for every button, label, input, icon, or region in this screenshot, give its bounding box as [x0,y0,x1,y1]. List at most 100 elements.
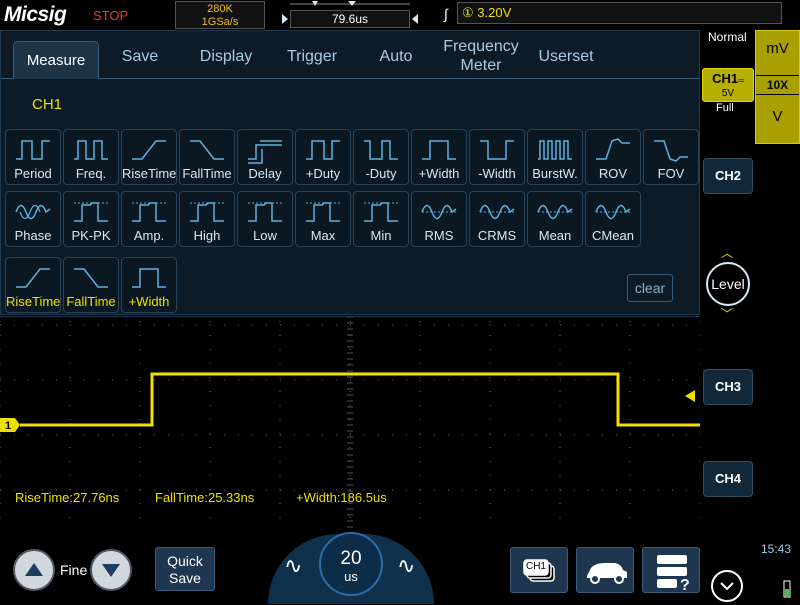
measure-label: FallTime [66,294,116,309]
measure-cmean-button[interactable]: CMean [585,191,641,247]
quick-save-button[interactable]: Quick Save [155,547,215,591]
unit-down-button[interactable]: V [756,108,799,125]
selected-measure-posneg-width-button[interactable]: +Width [121,257,177,313]
measure-high-button[interactable]: High [179,191,235,247]
measure-label: Phase [14,228,52,243]
measure-freq-button[interactable]: Freq. [63,129,119,185]
amp-icon [132,202,166,222]
measure-mean-button[interactable]: Mean [527,191,583,247]
tab-save[interactable]: Save [109,33,171,79]
ch1-button[interactable]: CH1═ 5V [702,68,754,102]
measure-label: High [193,228,221,243]
measure-label: Freq. [75,166,107,181]
selected-measure-falltime-button[interactable]: FallTime [63,257,119,313]
falltime-icon [74,268,108,288]
cmean-icon [595,204,631,220]
measure-neg-duty-button[interactable]: -Duty [353,129,409,185]
measure-label: +Width [128,294,170,309]
readout-pos-width: +Width:186.5us [296,490,387,505]
fov-icon [654,140,688,162]
quick-save-label-2: Save [169,570,201,586]
ch1-trace [20,372,700,427]
ch2-button[interactable]: CH2 [703,158,753,194]
measure-risetime-button[interactable]: RiseTime [121,129,177,185]
measure-crms-button[interactable]: CRMS [469,191,525,247]
measure-posneg-duty-button[interactable]: +Duty [295,129,351,185]
fine-label: Fine [60,562,88,578]
measure-rov-button[interactable]: ROV [585,129,641,185]
fine-down-button[interactable] [90,549,132,591]
max-icon [306,202,340,222]
run-stop-status[interactable]: STOP [93,8,128,23]
trigger-level-marker-icon[interactable] [683,389,697,403]
measure-pkneg-pk-button[interactable]: PK-PK [63,191,119,247]
sample-rate: 1GSa/s [201,16,239,28]
server-help-icon: ? [657,555,690,594]
channel-select-button[interactable]: CH1 [510,547,568,593]
ch1-scale: 5V [721,88,735,99]
measure-neg-width-button[interactable]: -Width [469,129,525,185]
measure-amp-button[interactable]: Amp. [121,191,177,247]
measure-burstw-button[interactable]: BurstW. [527,129,583,185]
ch4-button[interactable]: CH4 [703,461,753,497]
level-down-icon[interactable]: ﹀ [721,305,733,322]
tab-userset[interactable]: Userset [531,33,601,79]
rms-icon [421,204,457,220]
clock: 15:43 [761,542,792,556]
arrow-down-icon [102,564,120,577]
measure-label: Max [310,228,336,243]
delay-icon [248,140,282,164]
measure-delay-button[interactable]: Delay [237,129,293,185]
timebase-increase-icon[interactable]: ∿ [397,553,415,579]
auto-mode-button[interactable] [576,547,634,593]
falltime-icon [190,140,224,160]
probe-ratio[interactable]: 10X [756,75,799,95]
measure-label: RiseTime [122,166,177,181]
tab-trigger[interactable]: Trigger [277,33,347,79]
tab-auto[interactable]: Auto [367,33,425,79]
trigger-level-readout[interactable]: ① 3.20V [457,2,782,24]
risetime-icon [16,268,50,288]
high-icon [190,202,224,222]
measure-phase-button[interactable]: Phase [5,191,61,247]
level-up-icon[interactable]: ︿ [721,244,733,261]
measure-falltime-button[interactable]: FallTime [179,129,235,185]
timebase-decrease-icon[interactable]: ∿ [284,553,302,579]
level-knob[interactable]: Level [706,262,750,306]
help-button[interactable]: ? [642,547,700,594]
chevron-down-icon [720,582,734,591]
measure-posneg-width-button[interactable]: +Width [411,129,467,185]
measure-period-button[interactable]: Period [5,129,61,185]
measure-min-button[interactable]: Min [353,191,409,247]
top-status-bar: Micsig STOP 280K 1GSa/s 79.6us ∫ ① 3.20V [0,0,800,30]
readout-risetime: RiseTime:27.76ns [15,490,120,505]
collapse-button[interactable] [711,570,743,602]
measure-max-button[interactable]: Max [295,191,351,247]
trigger-position-readout[interactable]: 79.6us [290,10,410,28]
ch3-button[interactable]: CH3 [703,369,753,405]
trigger-source-icon: ① [462,5,474,20]
trigger-mode[interactable]: Normal [708,30,747,44]
timebase-knob[interactable]: 20 us [319,532,383,596]
measure-panel: Measure Save Display Trigger Auto Freque… [0,30,700,315]
crms-icon [479,204,515,220]
phase-icon [15,204,51,220]
tab-frequency-meter[interactable]: Frequency Meter [437,33,525,79]
tab-display[interactable]: Display [191,33,261,79]
unit-up-button[interactable]: mV [756,40,799,57]
fine-up-button[interactable] [13,549,55,591]
clear-button[interactable]: clear [627,274,673,302]
acquisition-info[interactable]: 280K 1GSa/s [175,1,265,29]
selected-measure-risetime-button[interactable]: RiseTime [5,257,61,313]
tab-measure[interactable]: Measure [13,41,99,79]
measure-label: -Width [478,166,516,181]
posneg-width-icon [422,140,456,160]
neg-duty-icon [364,140,398,160]
measure-fov-button[interactable]: FOV [643,129,699,185]
trigger-level-value: 3.20V [477,5,512,20]
measure-label: Min [370,228,392,243]
measure-label: FOV [657,166,685,181]
measure-label: Amp. [133,228,165,243]
measure-rms-button[interactable]: RMS [411,191,467,247]
measure-low-button[interactable]: Low [237,191,293,247]
